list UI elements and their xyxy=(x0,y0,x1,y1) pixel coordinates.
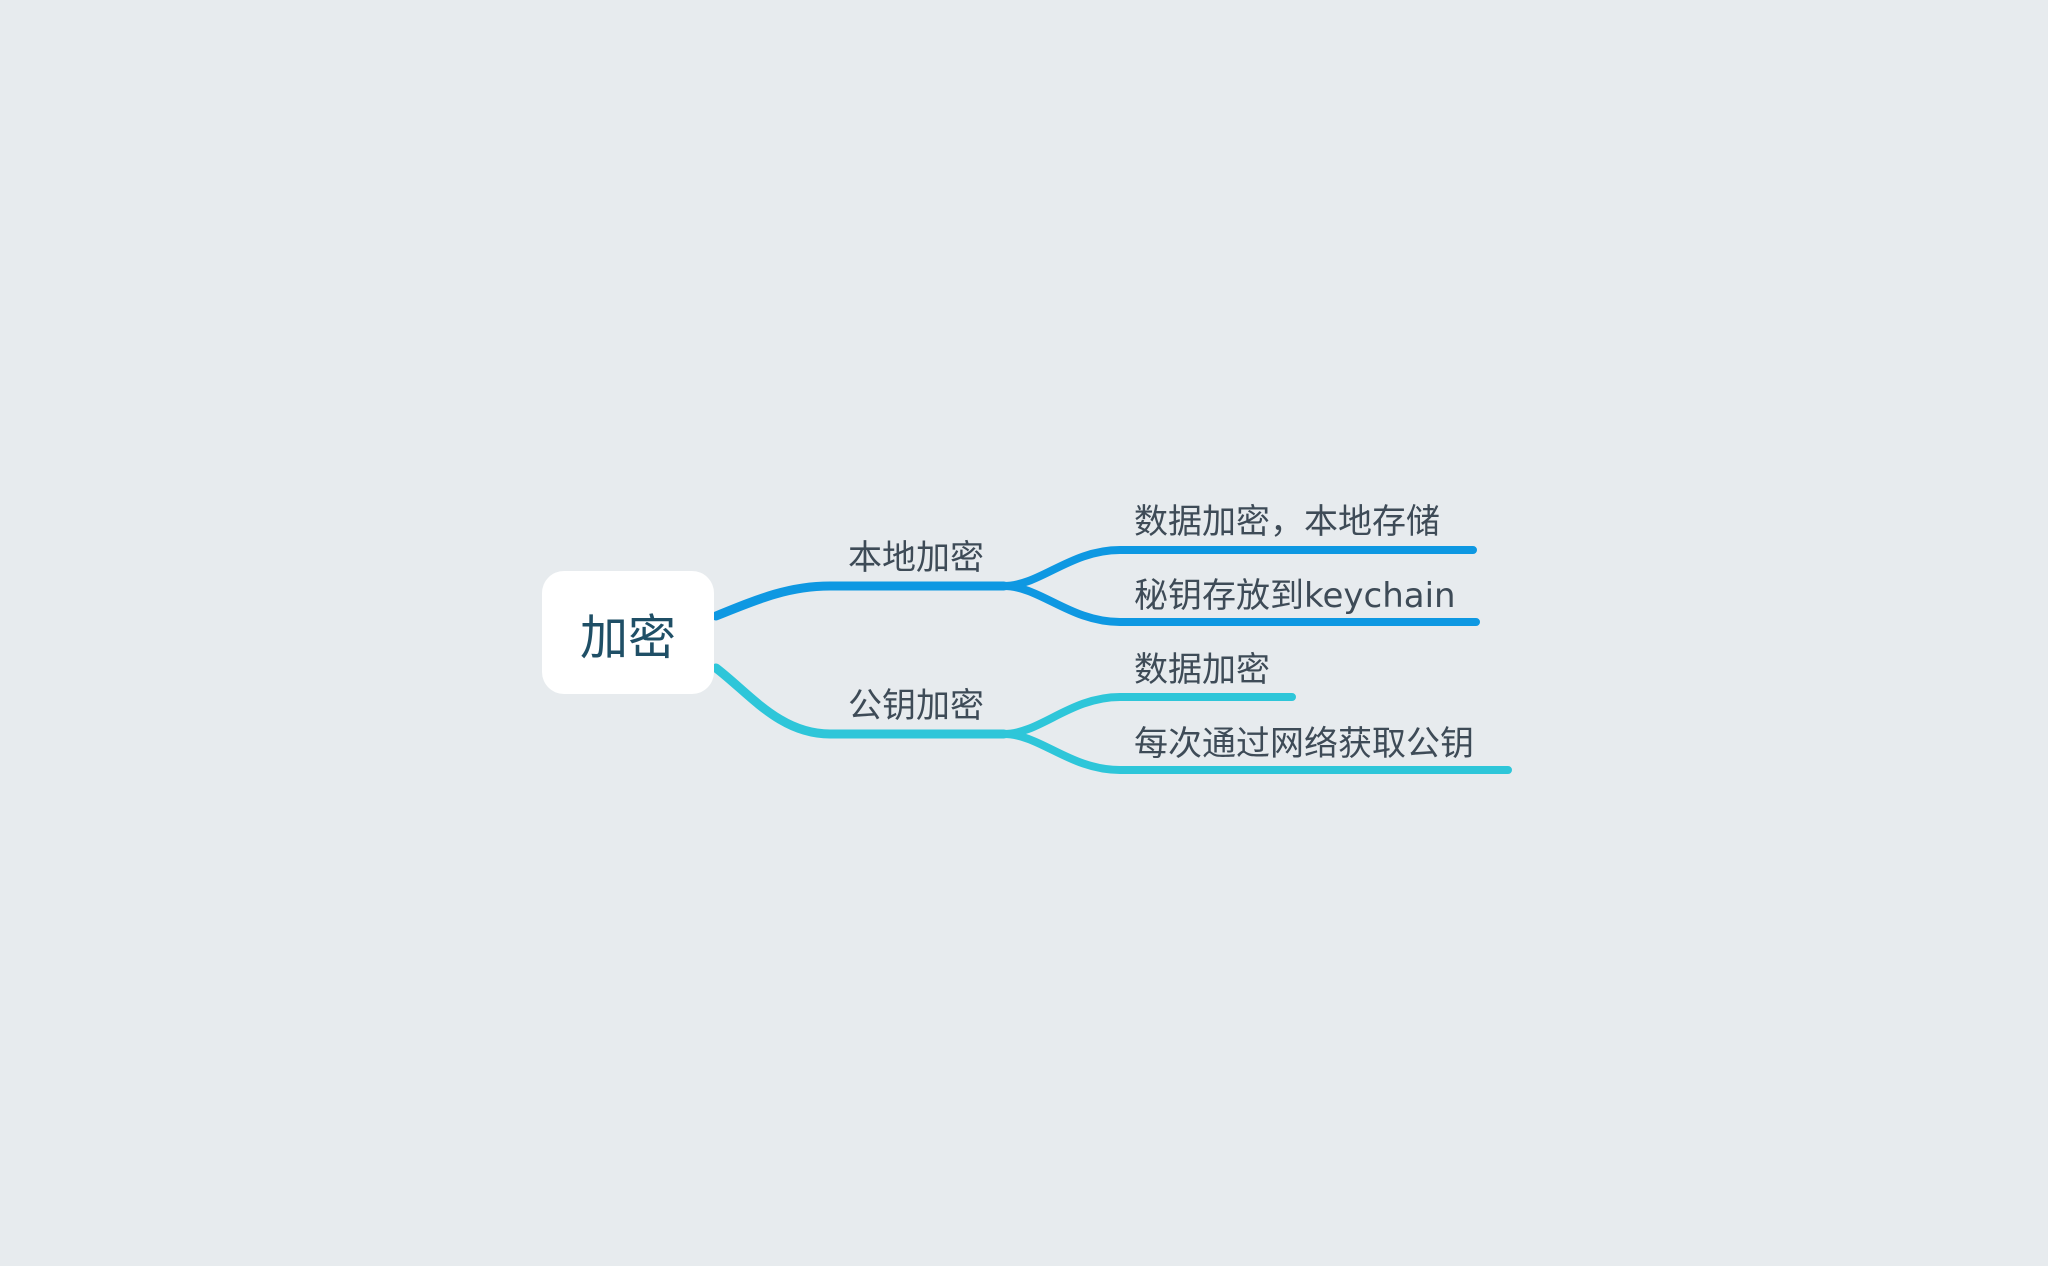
root-node[interactable]: 加密 xyxy=(542,571,714,694)
branch-node-public-key-encryption[interactable]: 公钥加密 xyxy=(848,686,984,726)
mindmap-connectors xyxy=(711,546,1512,774)
root-node-label: 加密 xyxy=(579,609,676,666)
leaf-node-data-encryption-local-storage[interactable]: 数据加密，本地存储 xyxy=(1134,502,1440,542)
leaf-node-fetch-public-key-via-network[interactable]: 每次通过网络获取公钥 xyxy=(1134,724,1474,764)
leaf-node-key-in-keychain[interactable]: 秘钥存放到keychain xyxy=(1134,576,1456,616)
connector-root-to-local-encryption xyxy=(711,581,1009,621)
branch-node-local-encryption[interactable]: 本地加密 xyxy=(848,538,984,578)
leaf-node-data-encryption[interactable]: 数据加密 xyxy=(1134,650,1270,690)
